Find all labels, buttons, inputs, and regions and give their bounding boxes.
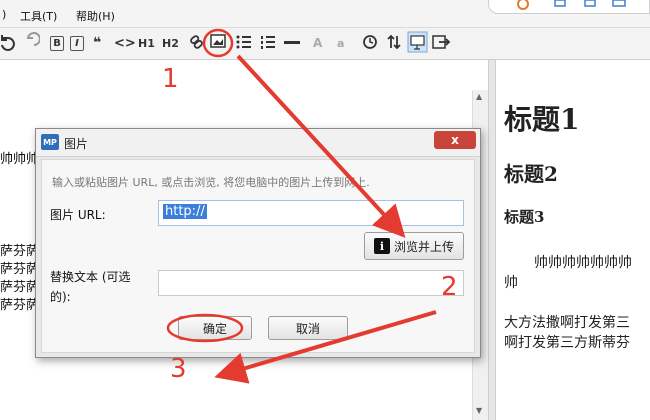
url-label: 图片 URL: xyxy=(50,208,106,222)
quote-button[interactable]: ❝ xyxy=(93,34,101,52)
editor-top-area xyxy=(0,60,490,90)
link-icon[interactable] xyxy=(190,35,203,49)
cancel-button[interactable]: 取消 xyxy=(268,316,348,340)
editor-line: 萨芬萨 xyxy=(0,298,40,313)
browse-upload-button[interactable]: i 浏览并上传 xyxy=(364,232,464,260)
url-input[interactable]: http:// xyxy=(158,200,464,226)
alt-text-input[interactable] xyxy=(158,270,464,296)
insert-image-dialog: MP 图片 x 输入或粘贴图片 URL, 或点击浏览, 将您电脑中的图片上传到网… xyxy=(35,128,481,358)
preview-heading-2: 标题2 xyxy=(504,162,558,186)
window-icon[interactable] xyxy=(612,0,626,7)
dialog-titlebar[interactable]: MP 图片 x xyxy=(36,129,480,157)
insert-image-icon[interactable] xyxy=(210,34,226,48)
preview-heading-3: 标题3 xyxy=(504,208,545,226)
ok-button[interactable]: 确定 xyxy=(178,316,252,340)
step-number: 1 xyxy=(162,64,179,94)
preview-toggle-icon[interactable] xyxy=(407,31,428,53)
close-button[interactable]: x xyxy=(434,131,476,149)
step-number: 3 xyxy=(170,354,187,384)
editor-line: 萨芬萨 xyxy=(0,262,40,277)
step-number: 2 xyxy=(441,272,458,302)
clock-icon[interactable] xyxy=(363,35,377,49)
numbered-list-icon[interactable] xyxy=(261,36,275,49)
dialog-title: 图片 xyxy=(64,137,89,151)
sort-arrows-icon[interactable] xyxy=(387,34,401,50)
h1-button[interactable]: H1 xyxy=(138,34,155,52)
preview-paragraph: 帅帅帅帅帅帅帅 xyxy=(534,255,632,271)
menu-item-help[interactable]: 帮助(H) xyxy=(76,8,115,24)
horizontal-rule-icon[interactable] xyxy=(284,41,300,44)
menu-item-partial[interactable]: ) xyxy=(2,8,6,21)
italic-button[interactable]: I xyxy=(70,36,84,51)
preview-paragraph: 啊打发第三方斯蒂芬 xyxy=(504,335,630,351)
redo-icon[interactable] xyxy=(26,32,40,46)
preview-heading-1: 标题1 xyxy=(504,103,580,136)
scroll-down-icon[interactable]: ▼ xyxy=(476,406,482,415)
preview-paragraph: 大方法撒啊打发第三 xyxy=(504,315,630,331)
window-icon[interactable] xyxy=(554,0,566,7)
editor-line: 萨芬萨 xyxy=(0,280,40,295)
scroll-up-icon[interactable]: ▲ xyxy=(476,92,482,101)
dialog-body: 输入或粘贴图片 URL, 或点击浏览, 将您电脑中的图片上传到网上. 图片 UR… xyxy=(41,159,475,353)
info-icon: i xyxy=(373,238,390,254)
h2-button[interactable]: H2 xyxy=(162,34,179,52)
editor-line: 帅帅帅 xyxy=(0,152,40,167)
pane-splitter[interactable] xyxy=(488,60,496,420)
dialog-hint: 输入或粘贴图片 URL, 或点击浏览, 将您电脑中的图片上传到网上. xyxy=(52,176,370,189)
window-controls-area xyxy=(488,0,650,14)
browse-upload-label: 浏览并上传 xyxy=(393,239,454,254)
alt-text-label: 的): xyxy=(50,290,71,304)
preview-pane: 标题1 标题2 标题3 帅帅帅帅帅帅帅 帅 大方法撒啊打发第三 啊打发第三方斯蒂… xyxy=(496,60,650,420)
bullet-list-icon[interactable] xyxy=(236,35,252,49)
toolbar: B I ❝ <> H1 H2 A a xyxy=(0,28,650,60)
app-logo-icon: MP xyxy=(41,134,59,150)
alt-text-label: 替换文本 (可选 xyxy=(50,270,131,284)
menu-item-tools[interactable]: 工具(T) xyxy=(20,8,57,24)
undo-icon[interactable] xyxy=(1,35,15,51)
app-logo-icon xyxy=(517,0,529,10)
code-button[interactable]: <> xyxy=(114,34,136,52)
preview-paragraph: 帅 xyxy=(504,275,518,291)
editor-line: 萨芬萨 xyxy=(0,244,40,259)
window-icon[interactable] xyxy=(584,0,596,7)
bold-button[interactable]: B xyxy=(50,36,64,51)
url-input-value: http:// xyxy=(163,204,207,219)
export-icon[interactable] xyxy=(432,35,451,49)
font-size-decrease-button[interactable]: a xyxy=(337,34,344,52)
font-size-increase-button[interactable]: A xyxy=(313,34,322,52)
